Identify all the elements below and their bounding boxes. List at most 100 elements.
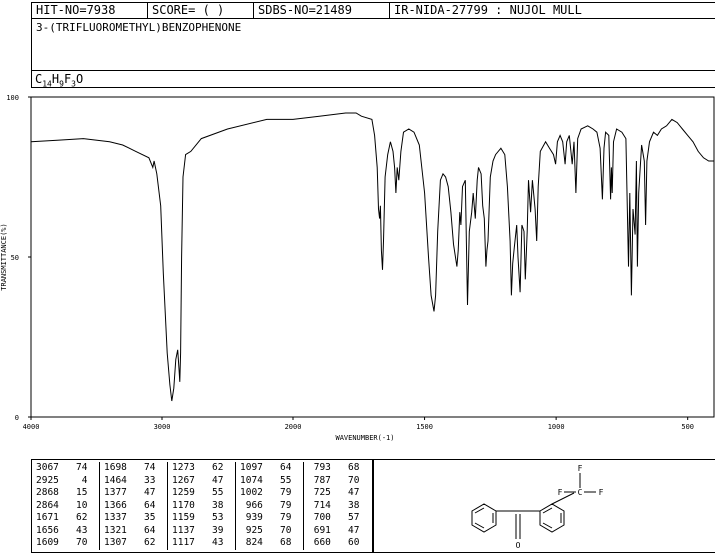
peak-transmittance: 62 (58, 512, 88, 523)
peak-transmittance: 70 (330, 474, 360, 486)
peak-row: 1159 53 (168, 512, 235, 525)
peak-transmittance: 57 (330, 512, 360, 523)
peak-wavenumber: 939 (240, 512, 263, 523)
peak-wavenumber: 1464 (104, 474, 127, 486)
peak-wavenumber: 1097 (240, 462, 263, 473)
peak-transmittance: 38 (330, 499, 360, 511)
peak-row: 1002 79 (236, 487, 303, 500)
peak-wavenumber: 660 (308, 537, 331, 548)
peak-wavenumber: 1366 (104, 499, 127, 511)
x-tick-label: 1000 (548, 423, 565, 431)
peak-row: 1117 43 (168, 537, 235, 550)
peak-transmittance: 62 (194, 462, 224, 473)
peak-row: 1656 43 (32, 525, 99, 538)
peak-transmittance: 43 (194, 537, 224, 548)
atom-label: F (578, 464, 583, 473)
peak-transmittance: 47 (126, 487, 156, 498)
bond (551, 492, 575, 505)
peak-row: 2925 4 (32, 475, 99, 488)
peak-wavenumber: 1307 (104, 537, 127, 548)
peak-wavenumber: 3067 (36, 462, 59, 473)
peak-wavenumber: 2925 (36, 474, 59, 486)
peak-transmittance: 55 (262, 474, 292, 486)
peak-column: 1698 74 1464 33 1377 47 1366 64 1337 35 1321 … (100, 462, 168, 550)
peak-transmittance: 47 (194, 474, 224, 486)
peak-wavenumber: 714 (308, 499, 331, 511)
peak-transmittance: 70 (262, 524, 292, 536)
peak-row: 1273 62 (168, 462, 235, 475)
peak-wavenumber: 691 (308, 524, 331, 536)
peak-row: 691 47 (304, 525, 372, 538)
peak-row: 1698 74 (100, 462, 167, 475)
peak-wavenumber: 1002 (240, 487, 263, 498)
peak-transmittance: 60 (330, 537, 360, 548)
peak-wavenumber: 1267 (172, 474, 195, 486)
peak-transmittance: 62 (126, 537, 156, 548)
peak-wavenumber: 1170 (172, 499, 195, 511)
peak-wavenumber: 1074 (240, 474, 263, 486)
peak-transmittance: 79 (262, 512, 292, 523)
atom-label: C (578, 488, 583, 497)
peak-row: 660 60 (304, 537, 372, 550)
peak-column: 1273 62 1267 47 1259 55 1170 38 1159 53 1137 … (168, 462, 236, 550)
peak-transmittance: 33 (126, 474, 156, 486)
peak-row: 1259 55 (168, 487, 235, 500)
x-tick-label: 500 (681, 423, 694, 431)
peak-transmittance: 74 (126, 462, 156, 473)
peak-transmittance: 47 (330, 487, 360, 498)
peak-transmittance: 39 (194, 524, 224, 536)
atom-label: F (599, 488, 604, 497)
peak-row: 925 70 (236, 525, 303, 538)
peak-wavenumber: 1337 (104, 512, 127, 523)
peak-row: 1097 64 (236, 462, 303, 475)
peak-row: 2868 15 (32, 487, 99, 500)
peak-row: 2864 10 (32, 500, 99, 513)
peak-row: 1377 47 (100, 487, 167, 500)
y-axis-label: TRANSMITTANCE(%) (0, 223, 8, 290)
peak-row: 3067 74 (32, 462, 99, 475)
peak-transmittance: 74 (58, 462, 88, 473)
peak-transmittance: 68 (262, 537, 292, 548)
peak-transmittance: 79 (262, 499, 292, 511)
peak-row: 1366 64 (100, 500, 167, 513)
plot-frame (30, 96, 715, 418)
peak-wavenumber: 787 (308, 474, 331, 486)
peak-transmittance: 64 (126, 524, 156, 536)
peak-transmittance: 10 (58, 499, 88, 511)
molecular-structure: F F C F O (471, 464, 604, 550)
peak-wavenumber: 700 (308, 512, 331, 523)
peak-wavenumber: 824 (240, 537, 263, 548)
peak-transmittance: 70 (58, 537, 88, 548)
peak-wavenumber: 793 (308, 462, 331, 473)
structure-panel: F F C F O (373, 459, 715, 553)
peak-transmittance: 47 (330, 524, 360, 536)
y-tick-label: 50 (11, 254, 19, 262)
peak-wavenumber: 1656 (36, 524, 59, 536)
peak-row: 1170 38 (168, 500, 235, 513)
peak-row: 1337 35 (100, 512, 167, 525)
x-tick-label: 3000 (154, 423, 171, 431)
peak-row: 1267 47 (168, 475, 235, 488)
peak-wavenumber: 1259 (172, 487, 195, 498)
peak-transmittance: 43 (58, 524, 88, 536)
peak-wavenumber: 925 (240, 524, 263, 536)
peak-column: 793 68 787 70 725 47 714 38 700 57 691 4… (304, 462, 372, 550)
peak-transmittance: 53 (194, 512, 224, 523)
peak-wavenumber: 1671 (36, 512, 59, 523)
peak-row: 1074 55 (236, 475, 303, 488)
atom-label: F (558, 488, 563, 497)
peak-wavenumber: 966 (240, 499, 263, 511)
peak-wavenumber: 2864 (36, 499, 59, 511)
peak-wavenumber: 1377 (104, 487, 127, 498)
peak-row: 700 57 (304, 512, 372, 525)
peak-row: 714 38 (304, 500, 372, 513)
peak-row: 824 68 (236, 537, 303, 550)
x-tick-label: 4000 (23, 423, 40, 431)
peak-wavenumber: 1321 (104, 524, 127, 536)
peak-transmittance: 68 (330, 462, 360, 473)
peak-table: 3067 74 2925 4 2868 15 2864 10 1671 62 1656 4… (31, 459, 373, 553)
peak-transmittance: 38 (194, 499, 224, 511)
peak-wavenumber: 2868 (36, 487, 59, 498)
peak-transmittance: 4 (58, 474, 88, 486)
peak-row: 787 70 (304, 475, 372, 488)
